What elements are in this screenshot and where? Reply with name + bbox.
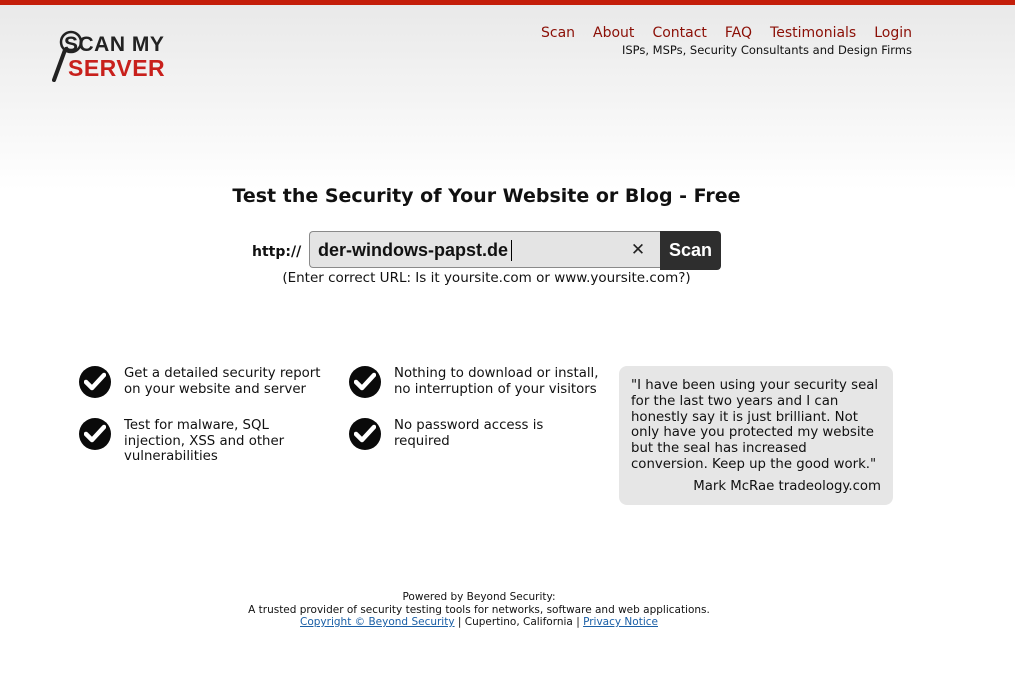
clear-icon[interactable]: ✕ — [629, 240, 647, 260]
nav-tagline: ISPs, MSPs, Security Consultants and Des… — [621, 43, 912, 57]
testimonial-line: conversion. Keep up the good work." — [631, 456, 877, 472]
testimonial-box: "I have been using your security seal fo… — [619, 366, 893, 505]
url-input[interactable] — [318, 239, 628, 261]
feature-item: No password access is required — [349, 418, 543, 450]
nav-faq[interactable]: FAQ — [725, 25, 752, 41]
privacy-notice-link[interactable]: Privacy Notice — [583, 616, 658, 628]
checkmark-icon — [79, 418, 111, 450]
testimonial-line: "I have been using your security seal — [631, 378, 879, 393]
feature-text-line: no interruption of your visitors — [394, 381, 597, 397]
testimonial-line: only have you protected my website — [631, 425, 874, 441]
feature-text-line: vulnerabilities — [124, 449, 218, 464]
testimonial-line: but the seal has increased — [631, 441, 807, 457]
feature-item: Test for malware, SQL injection, XSS and… — [79, 418, 284, 465]
footer-location: | Cupertino, California | — [454, 616, 584, 628]
nav-about[interactable]: About — [593, 25, 634, 41]
checkmark-icon — [79, 366, 111, 398]
nav-scan[interactable]: Scan — [541, 25, 575, 41]
testimonial-line: for the last two years and I can — [631, 393, 839, 409]
main-nav: Scan About Contact FAQ Testimonials Logi… — [523, 25, 912, 41]
url-prefix-label: http:// — [252, 244, 302, 260]
nav-testimonials[interactable]: Testimonials — [770, 25, 856, 41]
footer-links: Copyright © Beyond Security | Cupertino,… — [0, 616, 958, 629]
feature-item: Nothing to download or install, no inter… — [349, 366, 598, 398]
checkmark-icon — [349, 366, 381, 398]
feature-text-line: on your website and server — [124, 381, 306, 397]
testimonial-author: Mark McRae tradeology.com — [693, 478, 881, 494]
feature-text-line: Get a detailed security report — [124, 366, 321, 381]
testimonial-text: "I have been using your security seal fo… — [631, 378, 883, 473]
feature-text-line: required — [394, 433, 450, 449]
footer: Powered by Beyond Security: A trusted pr… — [0, 591, 958, 629]
footer-provider: A trusted provider of security testing t… — [248, 603, 710, 616]
url-field-box — [309, 231, 660, 268]
feature-text-line: Test for malware, SQL — [124, 418, 269, 433]
page-title: Test the Security of Your Website or Blo… — [232, 185, 741, 207]
feature-text-line: No password access is — [394, 418, 544, 433]
scanmyserver-logo[interactable]: SCAN MY SERVER — [52, 26, 177, 84]
logo-line-2: SERVER — [68, 55, 166, 81]
footer-powered: Powered by Beyond Security: — [402, 591, 556, 603]
feature-item: Get a detailed security report on your w… — [79, 366, 320, 398]
checkmark-icon — [349, 418, 381, 450]
logo-line-1: SCAN MY — [64, 33, 165, 56]
copyright-link[interactable]: Copyright © Beyond Security — [300, 616, 455, 628]
url-hint: (Enter correct URL: Is it yoursite.com o… — [282, 270, 691, 286]
nav-login[interactable]: Login — [874, 25, 912, 41]
testimonial-line: honestly say it is just brilliant. Not — [631, 409, 858, 425]
feature-text-line: injection, XSS and other — [124, 433, 285, 449]
scan-button[interactable]: Scan — [660, 231, 721, 270]
text-caret — [511, 240, 512, 261]
nav-contact[interactable]: Contact — [652, 25, 706, 41]
feature-text-line: Nothing to download or install, — [394, 366, 599, 381]
